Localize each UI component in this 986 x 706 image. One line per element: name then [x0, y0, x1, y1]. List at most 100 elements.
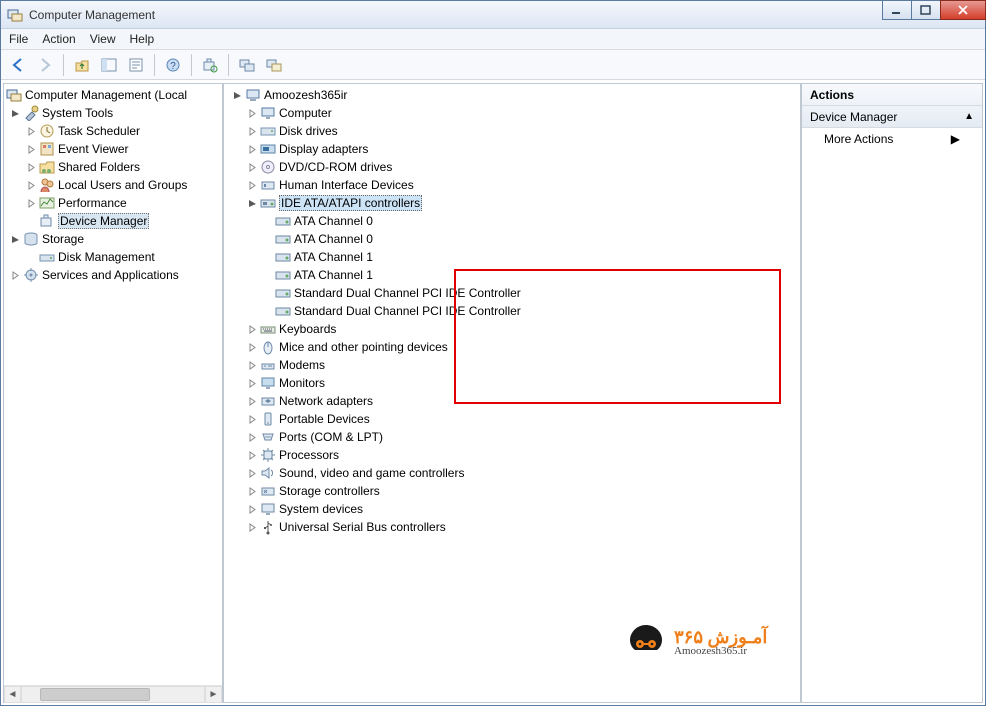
expander-closed-icon[interactable] [245, 466, 260, 481]
menu-file[interactable]: File [9, 32, 28, 46]
cat-sound[interactable]: Sound, video and game controllers [230, 464, 800, 482]
dev-ata0-a[interactable]: ATA Channel 0 [230, 212, 800, 230]
actions-more[interactable]: More Actions ▶ [802, 128, 982, 150]
help-button[interactable]: ? [161, 53, 185, 77]
up-folder-button[interactable] [70, 53, 94, 77]
nav-event-viewer[interactable]: Event Viewer [4, 140, 222, 158]
cat-portable[interactable]: Portable Devices [230, 410, 800, 428]
menu-view[interactable]: View [90, 32, 116, 46]
actions-category[interactable]: Device Manager ▲ [802, 106, 982, 128]
nav-device-manager[interactable]: Device Manager [4, 212, 222, 230]
computer-icon [245, 87, 261, 103]
cat-system-devices[interactable]: System devices [230, 500, 800, 518]
forward-button[interactable] [33, 53, 57, 77]
close-button[interactable] [940, 0, 986, 20]
dev-ata0-b[interactable]: ATA Channel 0 [230, 230, 800, 248]
expander-closed-icon[interactable] [245, 394, 260, 409]
cat-processors[interactable]: Processors [230, 446, 800, 464]
devices-view-button[interactable] [235, 53, 259, 77]
expander-closed-icon[interactable] [245, 448, 260, 463]
network-icon [260, 393, 276, 409]
device-root[interactable]: Amoozesh365ir [230, 86, 800, 104]
expander-closed-icon[interactable] [24, 124, 39, 139]
expander-open-icon[interactable] [8, 232, 23, 247]
cat-ide[interactable]: IDE ATA/ATAPI controllers [230, 194, 800, 212]
nav-task-scheduler[interactable]: Task Scheduler [4, 122, 222, 140]
monitor-icon [260, 375, 276, 391]
cat-monitors[interactable]: Monitors [230, 374, 800, 392]
dev-std-b[interactable]: Standard Dual Channel PCI IDE Controller [230, 302, 800, 320]
nav-disk-management[interactable]: Disk Management [4, 248, 222, 266]
scroll-right-arrow[interactable]: ► [205, 686, 222, 703]
scroll-thumb[interactable] [40, 688, 150, 701]
cat-display-adapters[interactable]: Display adapters [230, 140, 800, 158]
scroll-track[interactable] [21, 686, 205, 703]
dev-ata1-a[interactable]: ATA Channel 1 [230, 248, 800, 266]
menu-help[interactable]: Help [130, 32, 155, 46]
maximize-button[interactable] [911, 0, 941, 20]
nav-storage[interactable]: Storage [4, 230, 222, 248]
expander-closed-icon[interactable] [8, 268, 23, 283]
ata-channel-icon [275, 213, 291, 229]
expander-open-icon[interactable] [245, 196, 260, 211]
expander-closed-icon[interactable] [245, 106, 260, 121]
watermark: آمـوزش ۳۶۵ Amoozesh365.ir [624, 614, 784, 670]
expander-closed-icon[interactable] [245, 142, 260, 157]
back-button[interactable] [6, 53, 30, 77]
expander-open-icon[interactable] [8, 106, 23, 121]
nav-root[interactable]: Computer Management (Local [4, 86, 222, 104]
cat-hid[interactable]: Human Interface Devices [230, 176, 800, 194]
actions-header: Actions [802, 84, 982, 106]
cat-usb[interactable]: Universal Serial Bus controllers [230, 518, 800, 536]
expander-closed-icon[interactable] [245, 502, 260, 517]
horizontal-scrollbar[interactable]: ◄ ► [4, 685, 222, 702]
cat-keyboards[interactable]: Keyboards [230, 320, 800, 338]
nav-system-tools[interactable]: System Tools [4, 104, 222, 122]
expander-closed-icon[interactable] [245, 376, 260, 391]
shared-folder-icon [39, 159, 55, 175]
nav-shared-folders[interactable]: Shared Folders [4, 158, 222, 176]
minimize-button[interactable] [882, 0, 912, 20]
cat-network[interactable]: Network adapters [230, 392, 800, 410]
svg-text:?: ? [170, 61, 176, 72]
expander-closed-icon[interactable] [245, 358, 260, 373]
expander-closed-icon[interactable] [245, 412, 260, 427]
dev-std-a[interactable]: Standard Dual Channel PCI IDE Controller [230, 284, 800, 302]
device-tree[interactable]: Amoozesh365ir Computer Disk drives Displ… [224, 84, 800, 702]
expander-closed-icon[interactable] [24, 160, 39, 175]
expander-open-icon[interactable] [230, 88, 245, 103]
nav-services[interactable]: Services and Applications [4, 266, 222, 284]
expander-closed-icon[interactable] [245, 430, 260, 445]
expander-closed-icon[interactable] [24, 178, 39, 193]
actions-category-label: Device Manager [810, 110, 897, 124]
properties-button[interactable] [124, 53, 148, 77]
expander-closed-icon[interactable] [24, 196, 39, 211]
show-hide-tree-button[interactable] [97, 53, 121, 77]
cat-ports[interactable]: Ports (COM & LPT) [230, 428, 800, 446]
dev-ata1-b[interactable]: ATA Channel 1 [230, 266, 800, 284]
expander-closed-icon[interactable] [245, 178, 260, 193]
expander-closed-icon[interactable] [245, 340, 260, 355]
cat-mice[interactable]: Mice and other pointing devices [230, 338, 800, 356]
scan-hardware-button[interactable] [198, 53, 222, 77]
cat-storage-controllers[interactable]: Storage controllers [230, 482, 800, 500]
cat-dvd[interactable]: DVD/CD-ROM drives [230, 158, 800, 176]
expander-closed-icon[interactable] [245, 322, 260, 337]
cat-computer[interactable]: Computer [230, 104, 800, 122]
toolbar: ? [1, 50, 985, 80]
cat-disk-drives[interactable]: Disk drives [230, 122, 800, 140]
nav-local-users[interactable]: Local Users and Groups [4, 176, 222, 194]
expander-closed-icon[interactable] [245, 160, 260, 175]
expander-closed-icon[interactable] [24, 142, 39, 157]
device-tree-pane: Amoozesh365ir Computer Disk drives Displ… [223, 83, 801, 703]
nav-performance[interactable]: Performance [4, 194, 222, 212]
cat-modems[interactable]: Modems [230, 356, 800, 374]
navigation-tree[interactable]: Computer Management (Local System Tools … [4, 84, 222, 685]
expander-closed-icon[interactable] [245, 484, 260, 499]
menu-action[interactable]: Action [42, 32, 75, 46]
expander-closed-icon[interactable] [245, 520, 260, 535]
expander-closed-icon[interactable] [245, 124, 260, 139]
resources-view-button[interactable] [262, 53, 286, 77]
titlebar[interactable]: Computer Management [1, 1, 985, 29]
scroll-left-arrow[interactable]: ◄ [4, 686, 21, 703]
